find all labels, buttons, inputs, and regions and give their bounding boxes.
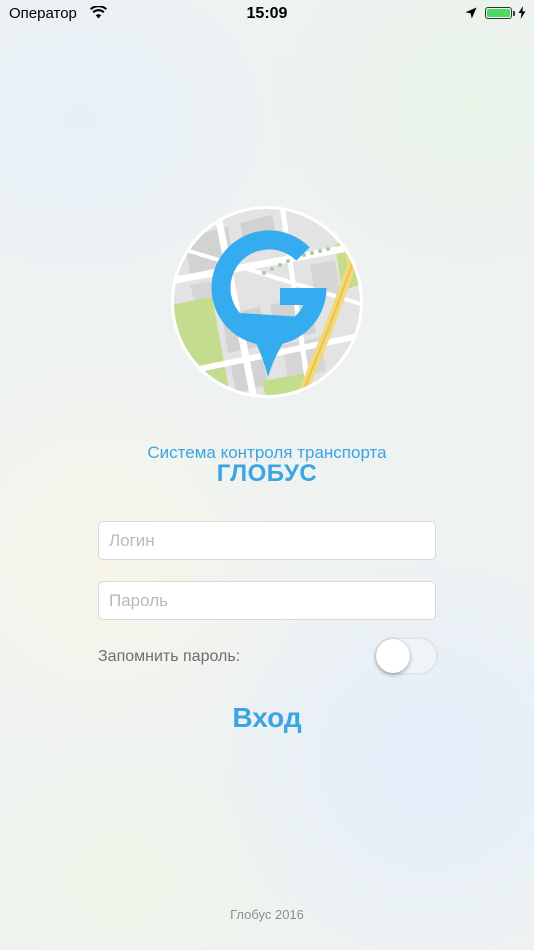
footer-copyright: Глобус 2016 <box>230 907 304 922</box>
clock: 15:09 <box>246 5 288 22</box>
status-bar: Оператор 15:09 <box>0 0 534 28</box>
charging-bolt-icon <box>518 6 526 19</box>
login-input[interactable] <box>98 521 436 560</box>
globus-logo-icon <box>171 206 363 398</box>
app-title: ГЛОБУС <box>216 460 318 487</box>
remember-password-toggle[interactable] <box>374 637 438 675</box>
password-input[interactable] <box>98 581 436 620</box>
battery-icon <box>485 7 515 19</box>
login-button[interactable]: Вход <box>187 695 347 741</box>
battery-level <box>487 9 510 17</box>
remember-password-label: Запомнить пароль: <box>98 648 241 665</box>
toggle-knob <box>376 639 410 673</box>
location-arrow-icon <box>465 7 477 19</box>
